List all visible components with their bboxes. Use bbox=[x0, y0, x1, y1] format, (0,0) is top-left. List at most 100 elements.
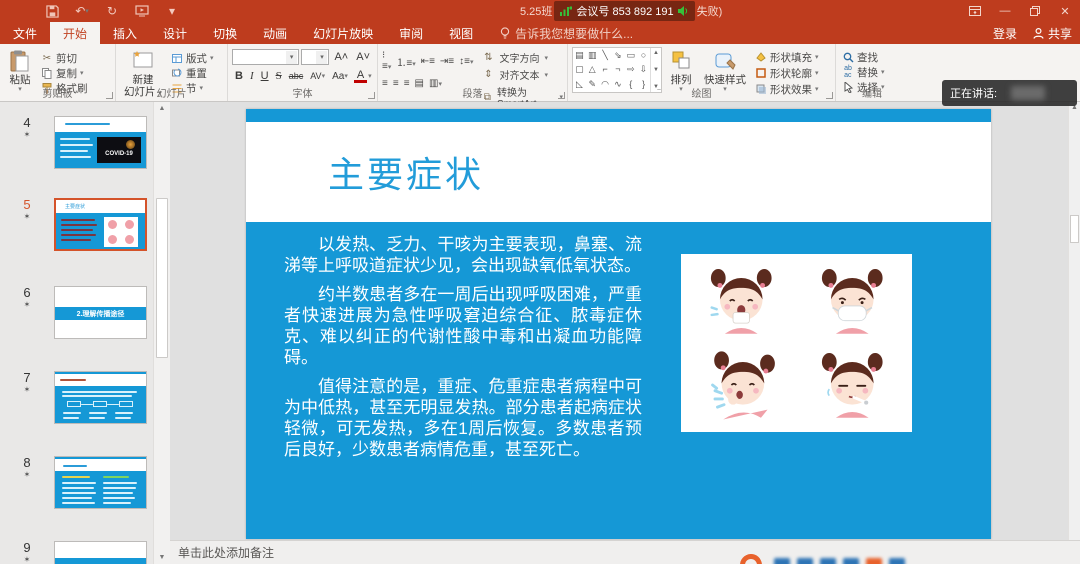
thumbnail-slide-7[interactable]: 7✶ bbox=[0, 371, 153, 424]
reset-button[interactable]: 重置 bbox=[169, 66, 216, 80]
redo-icon[interactable]: ↻ bbox=[104, 4, 120, 18]
thumbnail-slide-4[interactable]: 4✶ COVID-19 bbox=[0, 116, 153, 169]
shape-textbox-v-icon[interactable]: ▥ bbox=[588, 51, 597, 60]
drawing-dialog-launcher[interactable] bbox=[826, 92, 833, 99]
tab-design[interactable]: 设计 bbox=[150, 22, 200, 44]
scrollbar-thumb[interactable] bbox=[156, 198, 168, 358]
grow-font-button[interactable]: A˄ bbox=[331, 49, 351, 65]
font-size-combobox[interactable]: ▾ bbox=[301, 49, 329, 65]
paragraph[interactable]: 约半数患者多在一周后出现呼吸困难，严重者快速进展为急性呼吸窘迫综合征、脓毒症休克… bbox=[284, 285, 642, 368]
layout-button[interactable]: 版式▾ bbox=[169, 51, 216, 65]
font-color-button[interactable]: A bbox=[354, 69, 367, 83]
shape-elbow-arrow-icon[interactable]: ¬ bbox=[615, 65, 620, 74]
font-dialog-launcher[interactable] bbox=[368, 92, 375, 99]
numbering-button[interactable]: ⒈≡▾ bbox=[396, 54, 415, 69]
new-slide-button[interactable]: 新建 幻灯片 ▾ bbox=[120, 47, 166, 87]
share-button[interactable]: 共享 bbox=[1033, 25, 1072, 42]
shape-textbox-icon[interactable]: ▤ bbox=[575, 51, 584, 60]
slide-title-text[interactable]: 主要症状 bbox=[328, 146, 484, 198]
shape-rounded-rect-icon[interactable]: ▢ bbox=[575, 65, 584, 74]
customize-qat-icon[interactable]: ▾ bbox=[164, 4, 180, 18]
shape-outline-button[interactable]: 形状轮廓▾ bbox=[753, 66, 821, 80]
tab-insert[interactable]: 插入 bbox=[100, 22, 150, 44]
paragraph[interactable]: 以发热、乏力、干咳为主要表现，鼻塞、流涕等上呼吸道症状少见，会出现缺氧低氧状态。 bbox=[284, 235, 642, 276]
thumbnail-image[interactable] bbox=[54, 456, 147, 509]
cut-button[interactable]: ✂剪切 bbox=[39, 51, 90, 65]
paragraph-dialog-launcher[interactable] bbox=[558, 92, 565, 99]
notes-pane[interactable]: 单击此处添加备注 bbox=[170, 540, 1080, 564]
current-slide[interactable]: 主要症状 以发热、乏力、干咳为主要表现，鼻塞、流涕等上呼吸道症状少见，会出现缺氧… bbox=[246, 109, 991, 539]
paste-button[interactable]: 粘贴 ▾ bbox=[4, 47, 36, 87]
canvas-scrollbar[interactable]: ▲ bbox=[1068, 102, 1080, 540]
underline-button[interactable]: U bbox=[258, 68, 272, 84]
shrink-font-button[interactable]: A˅ bbox=[353, 49, 373, 65]
paragraph[interactable]: 值得注意的是，重症、危重症患者病程中可为中低热，甚至无明显发热。部分患者起病症状… bbox=[284, 377, 642, 460]
tab-review[interactable]: 审阅 bbox=[386, 22, 436, 44]
tab-view[interactable]: 视图 bbox=[436, 22, 486, 44]
shape-elbow-icon[interactable]: ⌐ bbox=[602, 65, 607, 74]
slide-title-placeholder[interactable]: 主要症状 bbox=[246, 122, 991, 222]
restore-button[interactable] bbox=[1020, 0, 1050, 22]
thumbnail-slide-8[interactable]: 8✶ bbox=[0, 456, 153, 509]
bullets-button[interactable]: ⁝≡▾ bbox=[382, 50, 391, 72]
scrollbar-thumb[interactable] bbox=[1070, 215, 1079, 243]
font-color-dropdown[interactable]: ▾ bbox=[368, 72, 372, 80]
thumbnail-image[interactable]: COVID-19 bbox=[54, 116, 147, 169]
thumbnail-image[interactable] bbox=[54, 371, 147, 424]
shape-arrow-line-icon[interactable]: ⇘ bbox=[614, 51, 622, 60]
align-text-button[interactable]: ⇕对齐文本▾ bbox=[483, 67, 564, 82]
lightbulb-icon bbox=[500, 27, 510, 40]
shape-right-arrow-icon[interactable]: ⇨ bbox=[627, 65, 635, 74]
tab-animations[interactable]: 动画 bbox=[250, 22, 300, 44]
signin-button[interactable]: 登录 bbox=[993, 25, 1017, 42]
tab-slideshow[interactable]: 幻灯片放映 bbox=[300, 22, 386, 44]
quick-styles-button[interactable]: 快速样式 ▾ bbox=[700, 47, 750, 87]
find-button[interactable]: 查找 bbox=[840, 50, 887, 64]
shape-triangle-icon[interactable]: △ bbox=[589, 65, 596, 74]
decrease-indent-button[interactable]: ⇤≡ bbox=[421, 56, 435, 67]
close-button[interactable]: ✕ bbox=[1050, 0, 1080, 22]
scroll-up-icon[interactable]: ▲ bbox=[154, 105, 170, 112]
tab-home[interactable]: 开始 bbox=[50, 22, 100, 44]
thumbnail-image[interactable] bbox=[54, 541, 147, 564]
scroll-down-icon[interactable]: ▼ bbox=[154, 554, 170, 561]
minimize-button[interactable]: — bbox=[990, 0, 1020, 22]
thumbnail-image[interactable]: 主要症状 bbox=[54, 198, 147, 251]
shape-rectangle-icon[interactable]: ▭ bbox=[626, 51, 635, 60]
thumbnail-slide-6[interactable]: 6✶ 2.理解传播途径 bbox=[0, 286, 153, 339]
save-icon[interactable] bbox=[44, 4, 60, 18]
tell-me-box[interactable]: 告诉我您想要做什么... bbox=[486, 22, 633, 44]
start-slideshow-icon[interactable] bbox=[134, 4, 150, 18]
window-title: 5.25班 会议号 853 892 191 失败) bbox=[520, 0, 722, 22]
thumbnail-image[interactable]: 2.理解传播途径 bbox=[54, 286, 147, 339]
thumbnail-panel-scrollbar[interactable]: ▲ ▼ bbox=[153, 102, 170, 564]
italic-button[interactable]: I bbox=[247, 68, 257, 84]
thumbnail-slide-5[interactable]: 5✶ 主要症状 bbox=[0, 198, 153, 251]
change-case-button[interactable]: Aa▾ bbox=[329, 68, 351, 84]
symptoms-picture[interactable] bbox=[681, 254, 912, 432]
shape-oval-icon[interactable]: ○ bbox=[641, 51, 646, 60]
ribbon-display-options-icon[interactable] bbox=[960, 0, 990, 22]
shape-down-arrow-icon[interactable]: ⇩ bbox=[640, 65, 648, 74]
notes-placeholder[interactable]: 单击此处添加备注 bbox=[178, 544, 274, 561]
undo-icon[interactable]: ↶▾ bbox=[74, 4, 90, 18]
tab-transitions[interactable]: 切换 bbox=[200, 22, 250, 44]
clipboard-dialog-launcher[interactable] bbox=[106, 92, 113, 99]
thumbnail-slide-9[interactable]: 9✶ bbox=[0, 541, 153, 564]
arrange-button[interactable]: 排列 ▾ bbox=[665, 47, 697, 87]
copy-button[interactable]: 复制▾ bbox=[39, 66, 90, 80]
tab-file[interactable]: 文件 bbox=[0, 22, 50, 44]
character-spacing-button[interactable]: AV▾ bbox=[307, 68, 328, 84]
font-name-combobox[interactable]: ▾ bbox=[232, 49, 299, 65]
text-direction-button[interactable]: ⇅文字方向▾ bbox=[483, 50, 564, 65]
replace-button[interactable]: abac替换▾ bbox=[840, 65, 887, 79]
slide-body-text[interactable]: 以发热、乏力、干咳为主要表现，鼻塞、流涕等上呼吸道症状少见，会出现缺氧低氧状态。… bbox=[284, 235, 642, 469]
strikethrough-button[interactable]: S bbox=[273, 68, 285, 84]
line-spacing-button[interactable]: ↕≡▾ bbox=[459, 56, 473, 67]
clear-formatting-button[interactable]: abc bbox=[286, 68, 307, 84]
increase-indent-button[interactable]: ⇥≡ bbox=[440, 56, 454, 67]
slide-number: 6 bbox=[23, 286, 30, 300]
shape-fill-button[interactable]: 形状填充▾ bbox=[753, 50, 821, 64]
shape-line-icon[interactable]: ╲ bbox=[602, 51, 607, 60]
bold-button[interactable]: B bbox=[232, 68, 246, 84]
